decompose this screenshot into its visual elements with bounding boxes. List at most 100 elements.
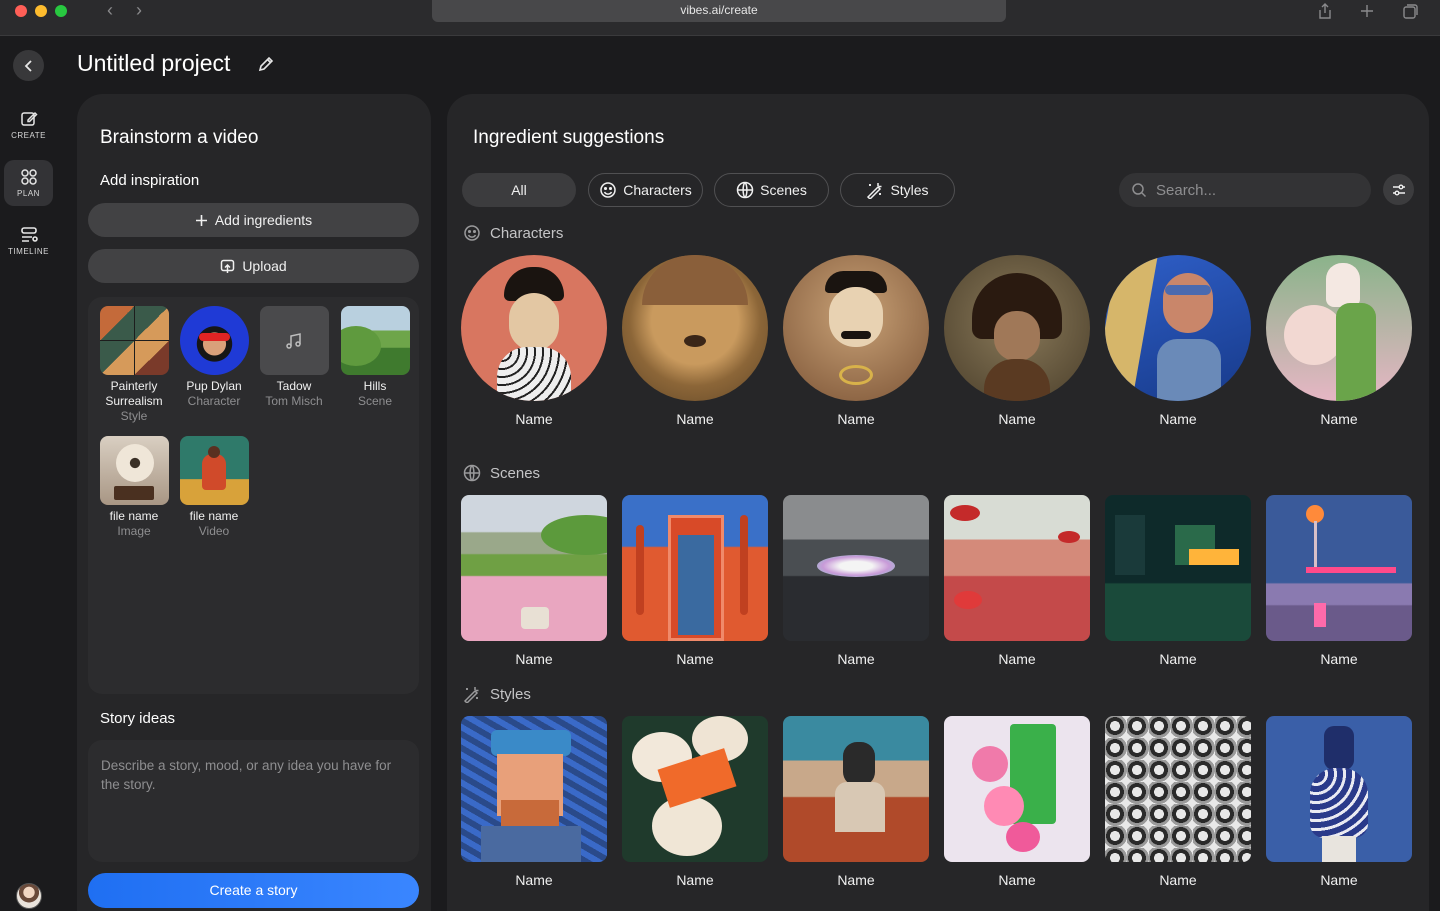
rail-item-plan[interactable]: PLAN: [4, 160, 53, 206]
upload-icon: [221, 259, 235, 273]
sliders-icon: [1392, 184, 1405, 195]
browser-forward-icon[interactable]: ›: [130, 0, 148, 22]
video-thumb: [179, 436, 249, 505]
style-card[interactable]: Name: [461, 716, 607, 888]
card-name: Name: [1159, 872, 1197, 888]
new-tab-icon[interactable]: [1358, 2, 1378, 20]
card-name: Name: [676, 411, 714, 427]
inspiration-name: Painterly Surrealism: [105, 379, 163, 408]
story-input[interactable]: Describe a story, mood, or any idea you …: [88, 740, 419, 862]
card-name: Name: [515, 411, 553, 427]
close-window-button[interactable]: [15, 5, 27, 17]
inspiration-name: Pup Dylan: [186, 379, 242, 393]
inspiration-item[interactable]: Tadow Tom Misch: [258, 306, 330, 409]
brainstorm-title: Brainstorm a video: [100, 127, 259, 148]
style-card[interactable]: Name: [783, 716, 929, 888]
inspiration-item[interactable]: Pup Dylan Character: [178, 306, 250, 409]
card-name: Name: [676, 872, 714, 888]
character-card[interactable]: Name: [622, 255, 768, 427]
timeline-icon: [20, 227, 38, 242]
edit-icon: [20, 111, 38, 126]
character-image: [622, 255, 768, 401]
character-card[interactable]: Name: [1105, 255, 1251, 427]
character-card[interactable]: Name: [461, 255, 607, 427]
share-icon[interactable]: [1316, 2, 1336, 20]
smiley-icon: [600, 182, 617, 198]
inspiration-item[interactable]: Painterly Surrealism Style: [98, 306, 170, 424]
style-image: [1266, 716, 1412, 862]
scene-image: [622, 495, 768, 641]
card-name: Name: [998, 872, 1036, 888]
card-name: Name: [1320, 651, 1358, 667]
chevron-left-icon: [24, 59, 32, 72]
suggestions-title: Ingredient suggestions: [473, 127, 665, 148]
filter-label: Scenes: [760, 182, 807, 198]
character-image: [1266, 255, 1412, 401]
plus-icon: [195, 214, 207, 226]
magic-wand-icon: [463, 687, 479, 703]
story-ideas-heading: Story ideas: [100, 710, 176, 727]
card-name: Name: [1159, 411, 1197, 427]
zoom-window-button[interactable]: [55, 5, 67, 17]
project-title[interactable]: Untitled project: [77, 50, 230, 77]
character-card[interactable]: Name: [1266, 255, 1412, 427]
filter-label: Styles: [890, 182, 929, 198]
style-card[interactable]: Name: [944, 716, 1090, 888]
inspiration-item[interactable]: file name Image: [98, 436, 170, 539]
landscape-thumb: [340, 306, 410, 375]
filter-styles[interactable]: Styles: [840, 173, 955, 207]
search-input[interactable]: Search...: [1119, 173, 1371, 207]
filter-label: All: [511, 182, 527, 198]
user-avatar[interactable]: [16, 883, 42, 909]
filter-scenes[interactable]: Scenes: [714, 173, 829, 207]
inspiration-item[interactable]: Hills Scene: [339, 306, 411, 409]
scene-image: [1105, 495, 1251, 641]
upload-label: Upload: [242, 258, 287, 274]
pencil-icon[interactable]: [257, 55, 275, 78]
minimize-window-button[interactable]: [35, 5, 47, 17]
character-image: [1105, 255, 1251, 401]
browser-back-icon[interactable]: ‹: [101, 0, 119, 22]
card-name: Name: [837, 411, 875, 427]
back-button[interactable]: [13, 50, 44, 81]
smiley-icon: [464, 225, 480, 241]
add-inspiration-heading: Add inspiration: [100, 172, 200, 189]
rail-item-timeline[interactable]: TIMELINE: [4, 218, 53, 264]
card-name: Name: [1320, 872, 1358, 888]
filter-all[interactable]: All: [462, 173, 576, 207]
style-card[interactable]: Name: [622, 716, 768, 888]
character-card[interactable]: Name: [944, 255, 1090, 427]
style-card[interactable]: Name: [1266, 716, 1412, 888]
style-card[interactable]: Name: [1105, 716, 1251, 888]
card-name: Name: [676, 651, 714, 667]
section-title: Styles: [490, 685, 531, 703]
create-story-button[interactable]: Create a story: [88, 873, 419, 908]
scene-card[interactable]: Name: [1105, 495, 1251, 667]
character-card[interactable]: Name: [783, 255, 929, 427]
search-placeholder: Search...: [1156, 181, 1217, 199]
scene-card[interactable]: Name: [461, 495, 607, 667]
scene-image: [783, 495, 929, 641]
inspiration-item[interactable]: file name Video: [178, 436, 250, 539]
inspiration-name: Tadow: [276, 379, 312, 393]
rail-label: CREATE: [11, 131, 46, 140]
filter-settings-button[interactable]: [1383, 174, 1414, 205]
filter-characters[interactable]: Characters: [588, 173, 703, 207]
scene-card[interactable]: Name: [622, 495, 768, 667]
address-bar[interactable]: vibes.ai/create: [432, 0, 1006, 22]
scene-card[interactable]: Name: [944, 495, 1090, 667]
tab-overview-icon[interactable]: [1402, 2, 1422, 20]
style-image: [461, 716, 607, 862]
image-thumb: [99, 306, 169, 375]
add-ingredients-button[interactable]: Add ingredients: [88, 203, 419, 237]
scene-card[interactable]: Name: [1266, 495, 1412, 667]
inspiration-type: Image: [117, 524, 151, 538]
upload-button[interactable]: Upload: [88, 249, 419, 283]
inspiration-type: Style: [120, 409, 148, 423]
rail-item-create[interactable]: CREATE: [4, 102, 53, 148]
inspiration-type: Scene: [357, 394, 393, 408]
section-title: Scenes: [490, 464, 541, 482]
character-image: [783, 255, 929, 401]
card-name: Name: [515, 872, 553, 888]
scene-card[interactable]: Name: [783, 495, 929, 667]
